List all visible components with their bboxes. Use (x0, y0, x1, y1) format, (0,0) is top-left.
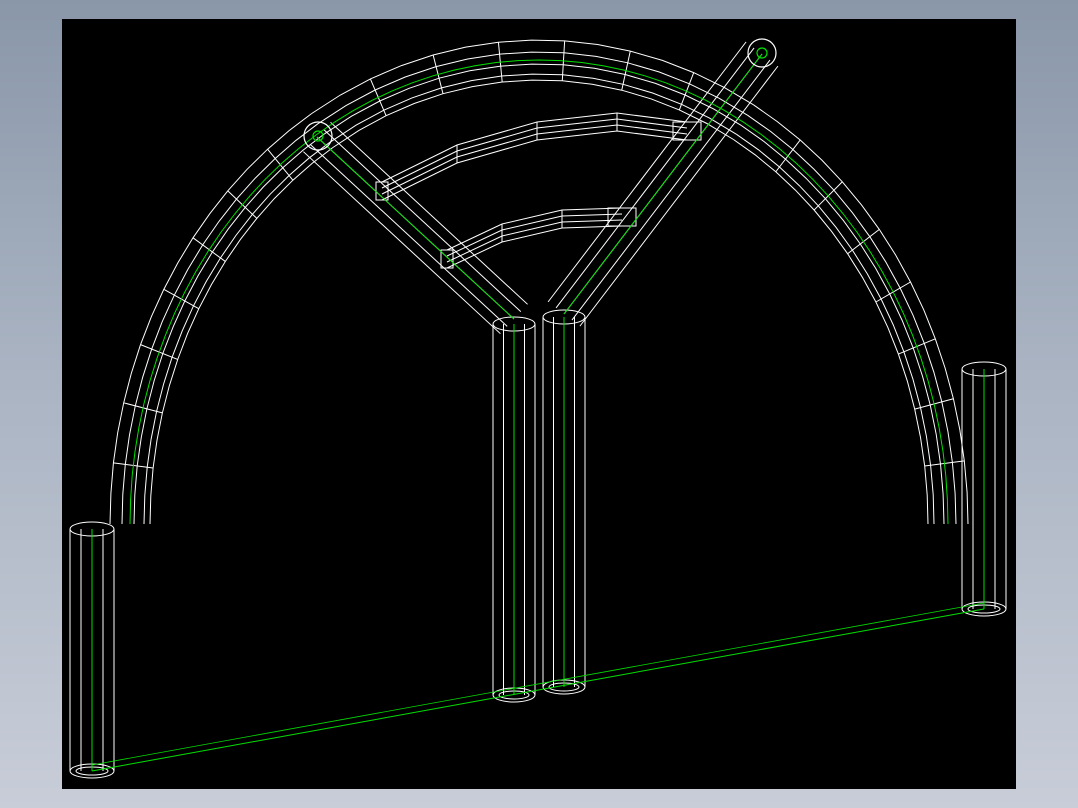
wireframe-model (69, 38, 1007, 779)
centerline-geometry (91, 53, 985, 772)
right-arch-tube (733, 104, 969, 525)
tube-geometry (69, 39, 1007, 779)
arch-centerline (129, 59, 949, 525)
left-arch-tube (109, 113, 334, 525)
cad-viewport[interactable] (62, 19, 1016, 789)
right-joint (747, 38, 777, 68)
ground-centerline-offset (91, 602, 985, 766)
top-arch-segment (311, 39, 754, 148)
lower-curved-rail (440, 207, 637, 269)
left-joint (303, 121, 333, 151)
application-window (0, 0, 1078, 808)
ground-centerline (91, 608, 985, 772)
upper-curved-rail (375, 112, 702, 201)
right-joint-center (756, 47, 768, 59)
